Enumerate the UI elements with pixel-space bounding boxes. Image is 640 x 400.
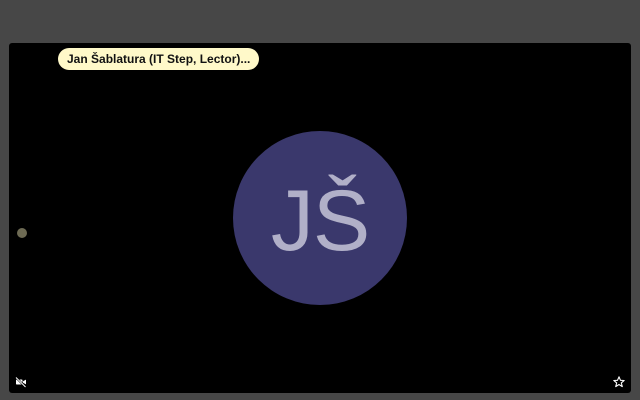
video-conference-stage: Jan Šablatura (IT Step, Lector)... JŠ [0,0,640,400]
avatar-initials: JŠ [270,173,370,269]
speaking-indicator [17,228,27,238]
participant-name: Jan Šablatura (IT Step, Lector)... [67,52,251,66]
video-camera-off-icon[interactable] [15,376,27,388]
participant-avatar: JŠ [233,131,407,305]
participant-video-tile[interactable]: Jan Šablatura (IT Step, Lector)... JŠ [9,43,631,393]
participant-name-tag: Jan Šablatura (IT Step, Lector)... [58,48,260,70]
star-icon[interactable] [613,376,625,388]
